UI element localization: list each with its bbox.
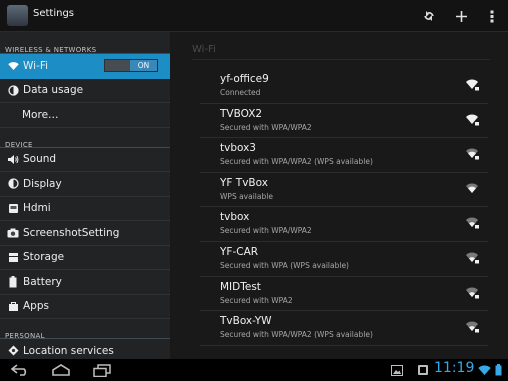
sidebar-item-label: Wi-Fi xyxy=(23,60,49,73)
wifi-signal-locked-icon xyxy=(466,114,479,126)
system-navigation-bar: 11:19 xyxy=(0,359,508,381)
network-name: MIDTest xyxy=(220,280,261,293)
network-status: Secured with WPA/WPA2 (WPS available) xyxy=(220,330,373,340)
network-name: tvbox3 xyxy=(220,142,256,155)
panel-title: Wi-Fi xyxy=(192,44,216,55)
battery-status-icon xyxy=(493,362,503,378)
storage-icon xyxy=(4,252,22,263)
sidebar-item-label: Data usage xyxy=(23,84,84,97)
network-name: YF TvBox xyxy=(220,176,268,189)
battery-icon xyxy=(4,275,22,288)
back-icon[interactable] xyxy=(10,362,30,378)
wifi-signal-locked-icon xyxy=(466,148,479,160)
network-name: TvBox-YW xyxy=(220,315,272,328)
network-row[interactable]: TVBOX2 Secured with WPA/WPA2 xyxy=(200,104,488,139)
network-name: yf-office9 xyxy=(220,73,269,85)
network-name: TVBOX2 xyxy=(220,107,263,120)
settings-sidebar: WIRELESS & NETWORKS Wi-Fi ON Data usage … xyxy=(0,32,170,359)
toggle-state: ON xyxy=(130,60,157,71)
apps-icon xyxy=(4,301,22,312)
network-status: WPS available xyxy=(220,191,273,201)
wifi-signal-locked-icon xyxy=(466,287,479,299)
network-status: Secured with WPA/WPA2 (WPS available) xyxy=(220,157,373,167)
sidebar-item-wifi[interactable]: Wi-Fi ON xyxy=(0,54,170,79)
camera-icon xyxy=(4,228,22,238)
network-status: Secured with WPA (WPS available) xyxy=(220,260,349,270)
network-row[interactable]: MIDTest Secured with WPA2 xyxy=(200,277,488,312)
network-status: Secured with WPA/WPA2 xyxy=(220,226,312,236)
wifi-icon xyxy=(4,61,22,71)
network-name: tvbox xyxy=(220,211,250,224)
network-list: yf-office9 Connected TVBOX2 Secured with… xyxy=(200,69,488,346)
sidebar-item-label: Sound xyxy=(23,153,57,166)
sidebar-item-more[interactable]: More… xyxy=(0,103,170,128)
notification-image-icon[interactable] xyxy=(390,362,404,378)
wifi-toggle-switch[interactable]: ON xyxy=(104,59,158,72)
wifi-signal-locked-icon xyxy=(466,321,479,333)
wifi-network-panel: Wi-Fi yf-office9 Connected TVBOX2 Secure… xyxy=(170,32,508,359)
sidebar-item-label: Battery xyxy=(23,275,62,288)
add-icon[interactable] xyxy=(450,5,472,27)
sidebar-item-label: More… xyxy=(22,108,59,121)
network-status: Secured with WPA2 xyxy=(220,295,293,305)
network-status: Connected xyxy=(220,88,261,97)
network-row[interactable]: yf-office9 Connected xyxy=(200,69,488,104)
divider xyxy=(192,59,490,60)
network-row[interactable]: TvBox-YW Secured with WPA/WPA2 (WPS avai… xyxy=(200,311,488,346)
refresh-icon[interactable] xyxy=(418,5,440,27)
wifi-signal-locked-icon xyxy=(466,217,479,229)
speaker-icon xyxy=(4,154,22,165)
recent-apps-icon[interactable] xyxy=(92,362,112,378)
location-icon xyxy=(4,345,22,356)
sidebar-item-sound[interactable]: Sound xyxy=(0,148,170,172)
action-bar: Settings xyxy=(0,0,508,32)
wifi-status-icon xyxy=(477,362,491,378)
sidebar-item-display[interactable]: Display xyxy=(0,172,170,197)
sidebar-item-apps[interactable]: Apps xyxy=(0,295,170,319)
network-row[interactable]: YF TvBox WPS available xyxy=(200,173,488,208)
overflow-menu-icon[interactable] xyxy=(481,5,503,27)
section-header-wireless: WIRELESS & NETWORKS xyxy=(0,32,170,54)
hdmi-icon xyxy=(4,203,22,214)
network-row[interactable]: YF-CAR Secured with WPA (WPS available) xyxy=(200,242,488,277)
network-row[interactable]: tvbox Secured with WPA/WPA2 xyxy=(200,207,488,242)
wifi-signal-locked-icon xyxy=(466,79,479,91)
sidebar-item-label: Storage xyxy=(23,251,65,264)
sidebar-item-screenshot-setting[interactable]: ScreenshotSetting xyxy=(0,221,170,246)
usb-debug-icon[interactable] xyxy=(416,362,430,378)
sidebar-item-label: Hdmi xyxy=(23,202,51,215)
section-header-personal: PERSONAL xyxy=(0,319,170,340)
sidebar-item-label: ScreenshotSetting xyxy=(23,226,120,239)
page-title: Settings xyxy=(33,8,75,19)
sidebar-item-hdmi[interactable]: Hdmi xyxy=(0,197,170,221)
network-row[interactable]: tvbox3 Secured with WPA/WPA2 (WPS availa… xyxy=(200,138,488,173)
sidebar-item-label: Apps xyxy=(23,300,49,313)
network-status: Secured with WPA/WPA2 xyxy=(220,122,312,132)
wifi-signal-icon xyxy=(466,183,478,193)
status-clock[interactable]: 11:19 xyxy=(434,360,474,376)
wifi-signal-locked-icon xyxy=(466,252,479,264)
brightness-icon xyxy=(4,178,22,189)
sidebar-item-battery[interactable]: Battery xyxy=(0,270,170,295)
settings-app-icon[interactable] xyxy=(7,5,28,26)
data-usage-icon xyxy=(4,85,22,96)
sidebar-item-label: Display xyxy=(23,177,62,190)
home-icon[interactable] xyxy=(50,362,72,378)
sidebar-item-location-services[interactable]: Location services xyxy=(0,339,170,359)
section-header-device: DEVICE xyxy=(0,128,170,149)
sidebar-item-storage[interactable]: Storage xyxy=(0,246,170,270)
sidebar-item-label: Location services xyxy=(23,344,114,357)
sidebar-item-data-usage[interactable]: Data usage xyxy=(0,79,170,103)
network-name: YF-CAR xyxy=(220,245,259,258)
